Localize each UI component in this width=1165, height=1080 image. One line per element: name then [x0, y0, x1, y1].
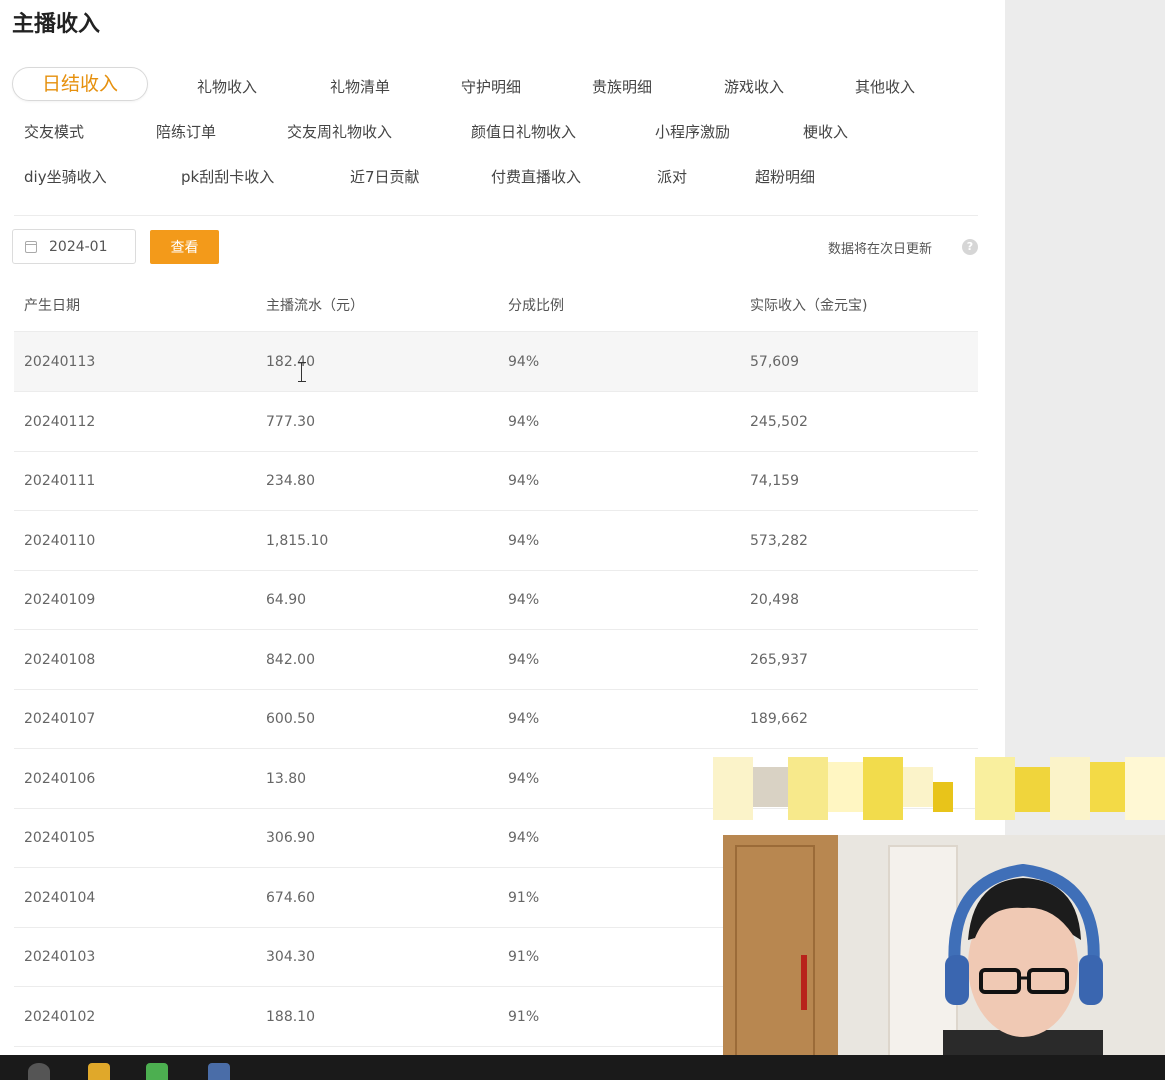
tabs-divider: [14, 215, 978, 216]
cell-ratio: 91%: [508, 1009, 540, 1025]
header-actual-income: 实际收入（金元宝): [750, 298, 868, 314]
cell-ratio: 94%: [508, 830, 540, 846]
tab-meme-income[interactable]: 梗收入: [803, 121, 848, 142]
cell-date: 20240108: [24, 652, 96, 668]
table-row[interactable]: 20240108 842.00 94% 265,937: [14, 630, 978, 690]
text-cursor-icon: [298, 362, 309, 382]
cell-income: 189,662: [750, 711, 808, 727]
cell-flow: 842.00: [266, 652, 315, 668]
tab-miniprogram-incentive[interactable]: 小程序激励: [655, 121, 730, 142]
cell-date: 20240105: [24, 830, 96, 846]
cell-income: 74,159: [750, 473, 799, 489]
cell-ratio: 94%: [508, 533, 540, 549]
page-title: 主播收入: [12, 12, 101, 37]
cell-flow: 13.80: [266, 771, 307, 787]
table-row[interactable]: 20240109 64.90 94% 20,498: [14, 570, 978, 630]
tab-guard-detail[interactable]: 守护明细: [461, 76, 521, 97]
cell-flow: 188.10: [266, 1009, 315, 1025]
cell-flow: 777.30: [266, 414, 315, 430]
help-icon[interactable]: ?: [962, 239, 978, 255]
tab-weekly-gift-income[interactable]: 交友周礼物收入: [287, 121, 392, 142]
cell-date: 20240109: [24, 592, 96, 608]
tab-other-income[interactable]: 其他收入: [855, 76, 915, 97]
table-row[interactable]: 20240111 234.80 94% 74,159: [14, 451, 978, 511]
tab-daily-income[interactable]: 日结收入: [12, 67, 148, 101]
update-note: 数据将在次日更新: [828, 242, 933, 257]
wechat-icon[interactable]: [146, 1063, 168, 1080]
header-date: 产生日期: [24, 298, 80, 314]
cell-date: 20240111: [24, 473, 96, 489]
table-row[interactable]: 20240113 182.40 94% 57,609: [14, 332, 978, 392]
tab-pk-scratch-income[interactable]: pk刮刮卡收入: [181, 166, 274, 187]
header-ratio: 分成比例: [508, 298, 564, 314]
table-row[interactable]: 20240112 777.30 94% 245,502: [14, 392, 978, 452]
tab-paid-live-income[interactable]: 付费直播收入: [491, 166, 581, 187]
cell-income: 20,498: [750, 592, 799, 608]
app-icon[interactable]: [88, 1063, 110, 1080]
month-value: 2024-01: [49, 238, 108, 255]
cell-flow: 600.50: [266, 711, 315, 727]
cell-income: 245,502: [750, 414, 808, 430]
tab-game-income[interactable]: 游戏收入: [724, 76, 784, 97]
cell-ratio: 94%: [508, 473, 540, 489]
cell-date: 20240113: [24, 354, 96, 370]
cell-ratio: 91%: [508, 890, 540, 906]
cell-ratio: 94%: [508, 771, 540, 787]
cell-date: 20240112: [24, 414, 96, 430]
tab-companion-orders[interactable]: 陪练订单: [156, 121, 216, 142]
tab-gift-income[interactable]: 礼物收入: [197, 76, 257, 97]
header-flow: 主播流水（元）: [266, 298, 364, 314]
cell-income: 573,282: [750, 533, 808, 549]
tab-noble-detail[interactable]: 贵族明细: [592, 76, 652, 97]
cell-flow: 674.60: [266, 890, 315, 906]
cell-date: 20240102: [24, 1009, 96, 1025]
cell-date: 20240103: [24, 949, 96, 965]
cell-ratio: 94%: [508, 592, 540, 608]
cell-flow: 304.30: [266, 949, 315, 965]
tab-friend-mode[interactable]: 交友模式: [24, 121, 84, 142]
tab-party[interactable]: 派对: [657, 166, 687, 187]
steam-icon[interactable]: [208, 1063, 230, 1080]
cell-flow: 64.90: [266, 592, 307, 608]
cell-ratio: 91%: [508, 949, 540, 965]
cell-date: 20240106: [24, 771, 96, 787]
tab-diy-mount-income[interactable]: diy坐骑收入: [24, 166, 107, 187]
cell-date: 20240110: [24, 533, 96, 549]
cell-ratio: 94%: [508, 354, 540, 370]
wooden-door: [723, 835, 838, 1080]
pixelated-overlay: [713, 757, 1165, 820]
tab-7day-contribution[interactable]: 近7日贡献: [350, 166, 420, 187]
cell-ratio: 94%: [508, 711, 540, 727]
tab-superfan-detail[interactable]: 超粉明细: [755, 166, 815, 187]
cell-flow: 306.90: [266, 830, 315, 846]
cell-date: 20240104: [24, 890, 96, 906]
table-row[interactable]: 20240107 600.50 94% 189,662: [14, 689, 978, 749]
calendar-icon: [25, 240, 37, 253]
streamer-avatar: [943, 863, 1103, 1080]
cell-income: 57,609: [750, 354, 799, 370]
red-tassel: [801, 955, 807, 1010]
cell-ratio: 94%: [508, 414, 540, 430]
obs-icon[interactable]: [28, 1063, 50, 1080]
cell-flow: 234.80: [266, 473, 315, 489]
cell-flow: 1,815.10: [266, 533, 329, 549]
month-picker[interactable]: 2024-01: [12, 229, 136, 264]
view-button[interactable]: 查看: [150, 230, 219, 264]
taskbar: [0, 1055, 1165, 1080]
webcam-overlay: [723, 835, 1165, 1080]
table-row[interactable]: 20240110 1,815.10 94% 573,282: [14, 511, 978, 571]
tab-gift-list[interactable]: 礼物清单: [330, 76, 390, 97]
cell-income: 265,937: [750, 652, 808, 668]
cell-ratio: 94%: [508, 652, 540, 668]
cell-date: 20240107: [24, 711, 96, 727]
tab-looks-daily-gift[interactable]: 颜值日礼物收入: [471, 121, 576, 142]
